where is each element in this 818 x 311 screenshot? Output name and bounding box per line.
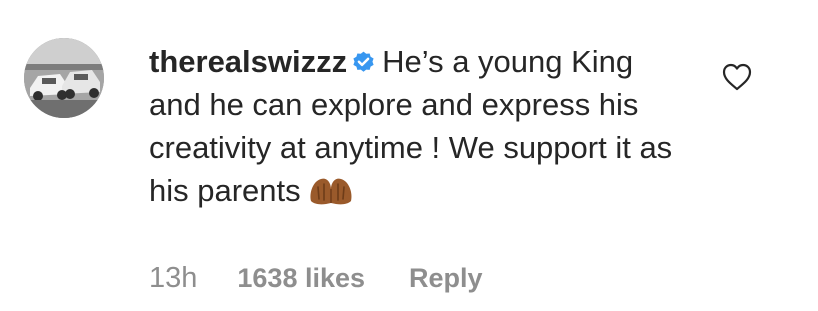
profile-photo-cars	[24, 38, 104, 118]
comment-meta: 13h 1638 likes Reply	[149, 258, 483, 298]
comment: therealswizzz He’s a young King and he ca…	[0, 0, 818, 311]
comment-username[interactable]: therealswizzz	[149, 44, 347, 79]
user-avatar[interactable]	[24, 38, 104, 118]
reply-button[interactable]: Reply	[409, 263, 483, 294]
comment-text-block: therealswizzz He’s a young King and he ca…	[149, 40, 689, 212]
comment-timestamp[interactable]: 13h	[149, 262, 197, 295]
heart-outline-icon[interactable]	[721, 62, 753, 92]
comment-likes-count[interactable]: 1638 likes	[237, 263, 365, 294]
folded-hands-emoji	[307, 175, 355, 207]
verified-badge-icon	[351, 43, 376, 72]
